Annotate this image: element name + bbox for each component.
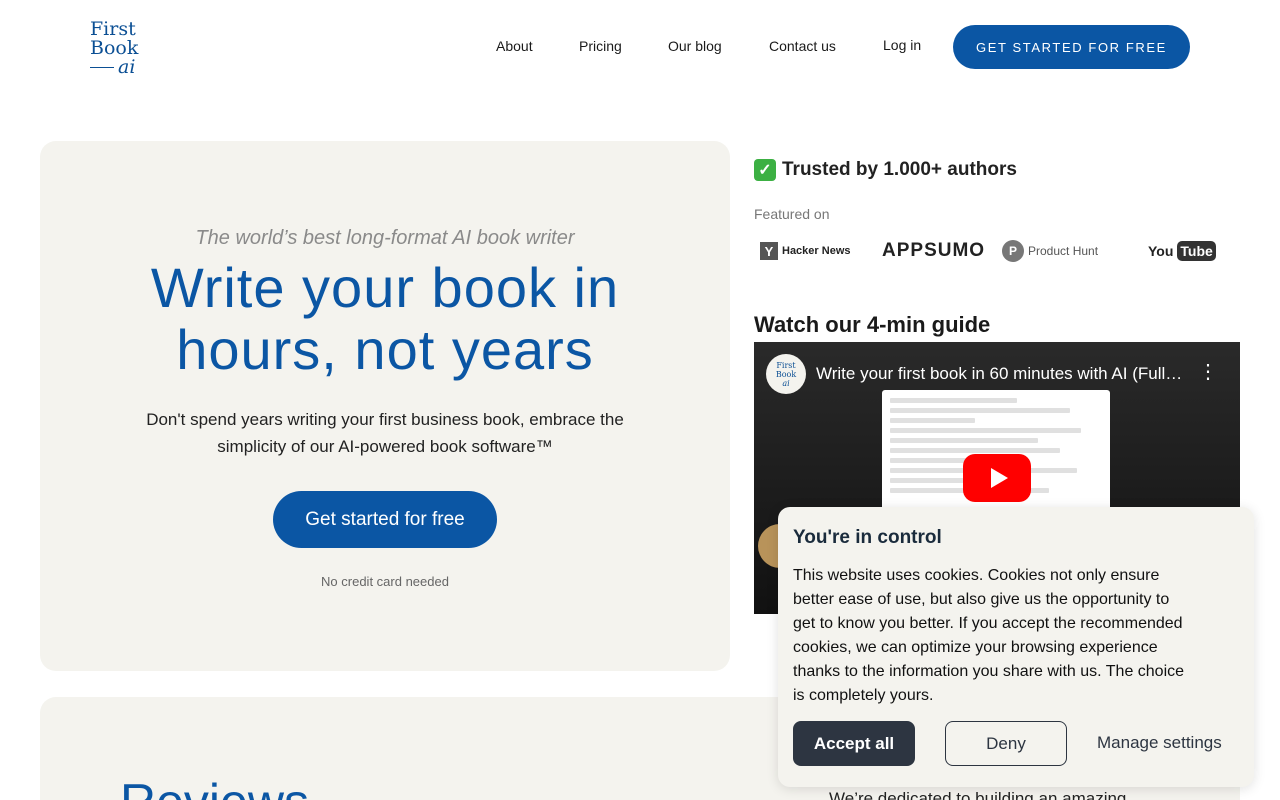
- hero-card: The world’s best long-format AI book wri…: [40, 141, 730, 671]
- nav-pricing[interactable]: Pricing: [579, 38, 622, 54]
- hero-headline-line-1: Write your book in: [150, 256, 620, 319]
- youtube-text-tube: Tube: [1177, 241, 1216, 261]
- cookie-consent-banner: You're in control This website uses cook…: [778, 507, 1254, 787]
- featured-logos: Y Hacker News APPSUMO P Product Hunt You…: [760, 236, 1216, 266]
- first-book-ai-logo[interactable]: First Book ai: [90, 20, 150, 77]
- play-button[interactable]: [963, 454, 1031, 502]
- hero-headline: Write your book in hours, not years: [40, 257, 730, 381]
- trusted-text: Trusted by 1.000+ authors: [782, 159, 1017, 180]
- check-mark-icon: ✓: [754, 159, 776, 181]
- product-hunt-text: Product Hunt: [1028, 244, 1099, 258]
- hacker-news-icon: Y: [760, 242, 778, 260]
- logo-line-3: ai: [118, 56, 136, 78]
- youtube-logo: You Tube: [1148, 241, 1216, 261]
- play-icon: [990, 468, 1008, 488]
- logo-dash: [90, 67, 114, 68]
- cookie-text: This website uses cookies. Cookies not o…: [793, 567, 1185, 704]
- video-title[interactable]: Write your first book in 60 minutes with…: [816, 364, 1186, 384]
- site-header: First Book ai About Pricing Our blog Con…: [0, 0, 1280, 96]
- featured-on-label: Featured on: [754, 206, 830, 222]
- nav-contact-us[interactable]: Contact us: [769, 38, 836, 54]
- appsumo-logo: APPSUMO: [882, 240, 986, 261]
- cookie-title: You're in control: [793, 527, 942, 548]
- hero-tagline: The world’s best long-format AI book wri…: [195, 227, 575, 249]
- manage-settings-link[interactable]: Manage settings: [1097, 733, 1222, 753]
- hero-subtitle: Don't spend years writing your first bus…: [146, 410, 624, 456]
- deny-button[interactable]: Deny: [945, 721, 1067, 766]
- trusted-by-authors: ✓ Trusted by 1.000+ authors: [754, 159, 1017, 181]
- no-credit-card-note: No credit card needed: [321, 574, 449, 589]
- reviews-title: Reviews: [120, 773, 309, 800]
- get-started-hero-button[interactable]: Get started for free: [273, 491, 497, 548]
- more-options-icon[interactable]: ⋮: [1198, 362, 1218, 382]
- hacker-news-logo: Y Hacker News: [760, 242, 882, 260]
- accept-all-button[interactable]: Accept all: [793, 721, 915, 766]
- youtube-text-you: You: [1148, 243, 1174, 259]
- reviews-intro-text: We’re dedicated to building an amazing: [829, 789, 1127, 800]
- channel-avatar[interactable]: First Book ai: [766, 354, 806, 394]
- product-hunt-icon: P: [1002, 240, 1024, 262]
- hacker-news-text: Hacker News: [782, 245, 851, 257]
- nav-log-in[interactable]: Log in: [883, 37, 921, 53]
- hero-headline-line-2: hours, not years: [176, 318, 594, 381]
- product-hunt-logo: P Product Hunt: [1002, 240, 1148, 262]
- nav-about[interactable]: About: [496, 38, 533, 54]
- nav-our-blog[interactable]: Our blog: [668, 38, 722, 54]
- get-started-header-button[interactable]: GET STARTED FOR FREE: [953, 25, 1190, 69]
- guide-heading: Watch our 4-min guide: [754, 312, 991, 337]
